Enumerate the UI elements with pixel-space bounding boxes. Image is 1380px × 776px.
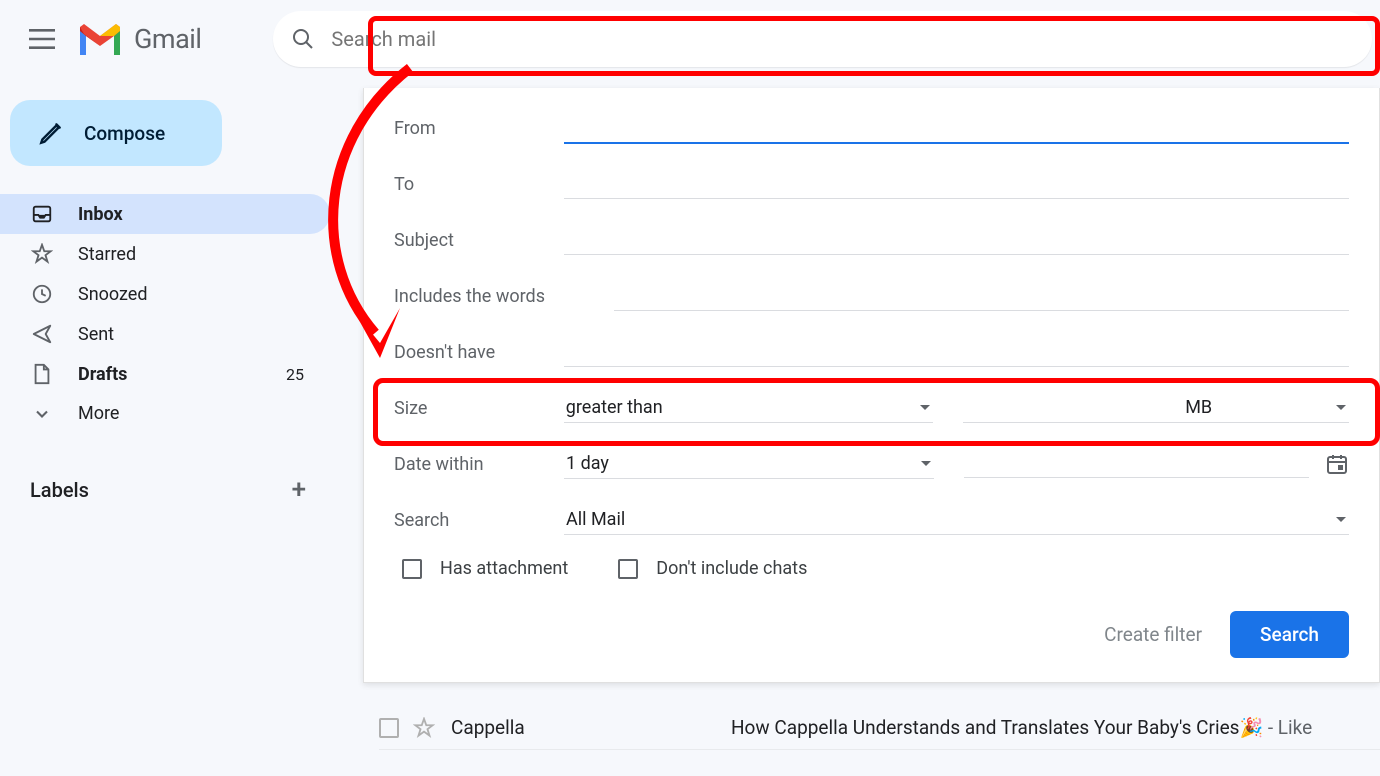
labels-header: Labels + — [0, 457, 330, 505]
pencil-icon — [38, 120, 64, 146]
email-star-button[interactable] — [413, 717, 435, 739]
no-chats-checkbox[interactable]: Don't include chats — [618, 558, 807, 579]
sidebar-label: Snoozed — [78, 284, 314, 305]
sidebar-item-drafts[interactable]: Drafts 25 — [0, 354, 330, 394]
gmail-wordmark: Gmail — [134, 23, 201, 55]
filter-row-size: Size greater than MB — [394, 390, 1349, 426]
calendar-button[interactable] — [1325, 452, 1349, 476]
search-button[interactable]: Search — [1230, 611, 1349, 658]
search-input[interactable] — [331, 27, 1354, 51]
create-filter-button[interactable]: Create filter — [1104, 623, 1202, 646]
compose-label: Compose — [84, 122, 165, 145]
sidebar-label: Inbox — [78, 204, 314, 225]
sidebar-item-inbox[interactable]: Inbox — [0, 194, 330, 234]
checkbox-icon — [618, 559, 638, 579]
send-icon — [31, 323, 53, 345]
filter-actions: Create filter Search — [394, 611, 1349, 658]
star-icon — [31, 243, 53, 265]
email-snippet: - Like — [1263, 716, 1312, 739]
size-unit-dropdown[interactable]: MB — [1183, 393, 1349, 423]
checkbox-icon — [402, 559, 422, 579]
filter-row-to: To — [394, 166, 1349, 202]
sidebar-label: Starred — [78, 244, 314, 265]
no-chats-label: Don't include chats — [656, 558, 807, 579]
caret-down-icon — [920, 460, 932, 468]
filter-row-doesnt-have: Doesn't have — [394, 334, 1349, 370]
filter-row-from: From — [394, 110, 1349, 146]
caret-down-icon — [919, 404, 931, 412]
email-subject: How Cappella Understands and Translates … — [731, 716, 1263, 739]
filter-checkboxes: Has attachment Don't include chats — [394, 558, 1349, 579]
star-outline-icon — [413, 717, 435, 739]
chevron-down-icon — [32, 404, 52, 424]
date-range-value: 1 day — [566, 453, 609, 474]
date-label: Date within — [394, 454, 564, 475]
labels-heading: Labels — [30, 478, 89, 502]
drafts-count: 25 — [286, 365, 304, 384]
size-operator-value: greater than — [566, 397, 663, 418]
email-row[interactable]: Cappella How Cappella Understands and Tr… — [379, 706, 1380, 750]
caret-down-icon — [1335, 516, 1347, 524]
filter-row-search: Search All Mail — [394, 502, 1349, 538]
size-value-input[interactable] — [963, 393, 1183, 423]
sidebar-item-snoozed[interactable]: Snoozed — [0, 274, 330, 314]
has-attachment-checkbox[interactable]: Has attachment — [402, 558, 568, 579]
to-label: To — [394, 174, 564, 195]
sidebar-label: Drafts — [78, 364, 286, 385]
size-unit-value: MB — [1185, 397, 1212, 418]
sidebar-label: Sent — [78, 324, 314, 345]
search-bar[interactable] — [273, 11, 1372, 67]
inbox-icon — [31, 203, 53, 225]
has-attachment-label: Has attachment — [440, 558, 568, 579]
caret-down-icon — [1335, 404, 1347, 412]
from-input[interactable] — [564, 113, 1349, 144]
email-sender: Cappella — [451, 716, 731, 739]
includes-input[interactable] — [614, 281, 1349, 311]
search-scope-dropdown[interactable]: All Mail — [564, 505, 1349, 535]
date-range-dropdown[interactable]: 1 day — [564, 449, 934, 479]
from-label: From — [394, 118, 564, 139]
main-menu-button[interactable] — [18, 15, 66, 63]
sidebar-item-sent[interactable]: Sent — [0, 314, 330, 354]
search-scope-label: Search — [394, 510, 564, 531]
doesnt-have-input[interactable] — [564, 337, 1349, 367]
subject-input[interactable] — [564, 225, 1349, 255]
calendar-icon — [1325, 452, 1349, 476]
gmail-logo-icon — [76, 21, 124, 57]
file-icon — [32, 363, 52, 385]
gmail-logo[interactable]: Gmail — [76, 21, 201, 57]
add-label-button[interactable]: + — [292, 475, 306, 505]
doesnt-have-label: Doesn't have — [394, 342, 564, 363]
filter-row-includes: Includes the words — [394, 278, 1349, 314]
compose-button[interactable]: Compose — [10, 100, 222, 166]
subject-label: Subject — [394, 230, 564, 251]
sidebar-item-starred[interactable]: Starred — [0, 234, 330, 274]
filter-row-subject: Subject — [394, 222, 1349, 258]
hamburger-icon — [29, 29, 55, 49]
sidebar: Compose Inbox Starred Snoozed Sent Draft… — [0, 100, 330, 505]
search-icon — [291, 27, 315, 51]
sidebar-item-more[interactable]: More — [0, 394, 330, 433]
filter-row-date: Date within 1 day — [394, 446, 1349, 482]
advanced-search-panel: From To Subject Includes the words Doesn… — [363, 88, 1380, 683]
includes-label: Includes the words — [394, 286, 614, 307]
to-input[interactable] — [564, 169, 1349, 199]
size-label: Size — [394, 398, 564, 419]
size-operator-dropdown[interactable]: greater than — [564, 393, 933, 423]
app-header: Gmail — [0, 0, 1380, 78]
sidebar-label: More — [78, 403, 314, 424]
clock-icon — [31, 283, 53, 305]
date-value-input[interactable] — [964, 450, 1309, 478]
email-checkbox[interactable] — [379, 718, 399, 738]
search-scope-value: All Mail — [566, 509, 625, 530]
